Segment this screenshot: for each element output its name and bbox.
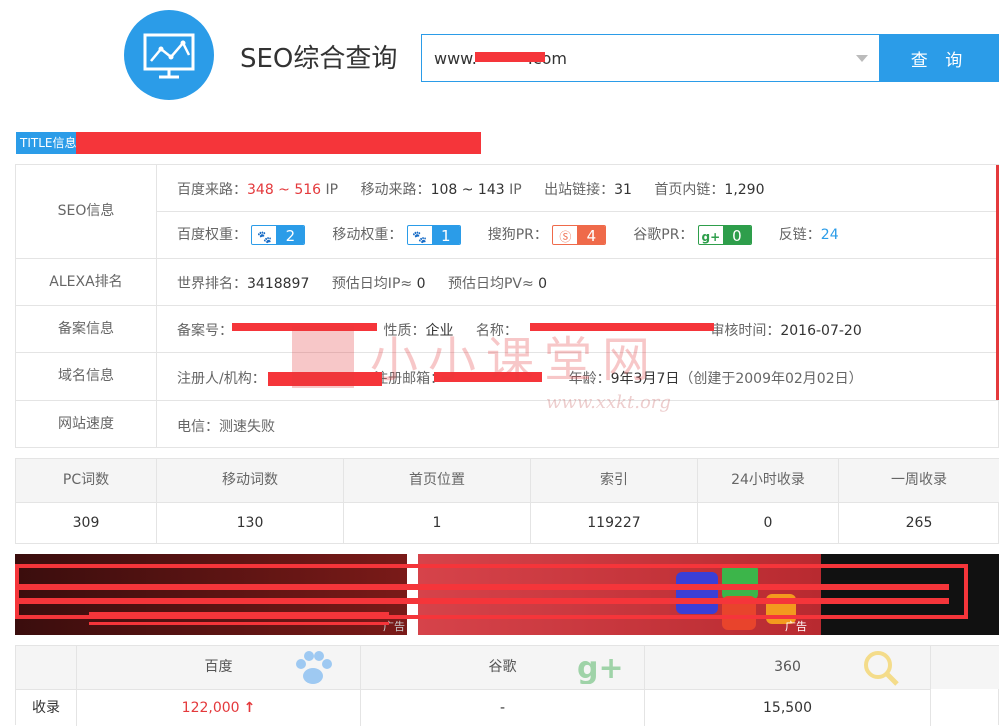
stats-header: 首页位置 [344,459,531,502]
engine-value[interactable]: - [361,689,645,726]
stats-value[interactable]: 119227 [531,502,698,543]
stats-value[interactable]: 0 [698,502,839,543]
baidu-traffic-value: 348 ~ 516 [247,182,322,198]
icp-name-redaction [530,323,714,331]
icp-number-redaction [232,323,377,331]
ad-label: 广告 [383,620,405,633]
speed-value: 电信：测速失败 [177,419,275,435]
seo-info-label: SEO信息 [16,165,157,258]
stats-header: PC词数 [16,459,157,502]
icp-label: 备案信息 [16,306,157,352]
internal-links-link[interactable]: 1,290 [724,182,764,198]
stats-value[interactable]: 130 [157,502,344,543]
stats-header: 一周收录 [839,459,999,502]
monitor-chart-icon [143,33,195,79]
search-button[interactable]: 查 询 [879,34,999,82]
trend-up-icon: ↑ [243,700,256,716]
google-plus-icon: g+ [698,227,723,244]
mobile-weight-badge[interactable]: 🐾 1 [406,225,461,245]
paw-icon: 🐾 [252,227,277,244]
title-redaction [76,132,481,154]
dropdown-caret-icon[interactable] [856,55,868,62]
baidu-weight-badge[interactable]: 🐾 2 [251,225,306,245]
page-title: SEO综合查询 [240,44,398,74]
alexa-label: ALEXA排名 [16,259,157,305]
stats-header: 索引 [531,459,698,502]
redaction [475,52,545,62]
svg-text:g+: g+ [577,651,621,684]
ad-label: 广告 [785,620,807,633]
seo-info-table: SEO信息 ALEXA排名 备案信息 域名信息 网站速度 百度来路：348 ~ … [15,164,999,448]
google-plus-icon: g+ [575,648,624,688]
ad-redaction [15,564,968,619]
sogou-pr-badge[interactable]: Ⓢ 4 [552,225,607,245]
sogou-icon: Ⓢ [553,227,578,244]
stats-value[interactable]: 309 [16,502,157,543]
outbound-links-link[interactable]: 31 [614,182,632,198]
keyword-stats-table: PC词数 309 移动词数 130 首页位置 1 索引 119227 24小时收录 0 一周收录 26… [15,458,999,544]
seo-traffic-row: 百度来路：348 ~ 516 IP 移动来路：108 ~ 143 IP 出站链接… [177,182,765,198]
engine-value[interactable]: 122,000 ↑ [77,689,361,726]
world-rank-link[interactable]: 3418897 [247,276,309,292]
search-bar: 查 询 [421,34,999,82]
baidu-paw-icon [291,648,335,692]
magnifier-icon [861,648,901,692]
backlinks-link[interactable]: 24 [821,227,839,243]
title-info-label: TITLE信息 [16,132,81,154]
paw-icon: 🐾 [407,227,432,244]
row-label: 收录 [16,689,77,726]
seo-weight-row: 百度权重： 🐾 2 移动权重： 🐾 1 搜狗PR： Ⓢ 4 谷歌PR： g+ 0 反链：… [177,225,839,245]
engine-value[interactable]: 15,500 [645,689,931,726]
stats-value[interactable]: 1 [344,502,531,543]
stats-header: 24小时收录 [698,459,839,502]
registrant-redaction [268,372,382,386]
search-engine-table: 收录 百度 122,000 ↑ 谷歌 g+ -360 15,500 [15,645,999,726]
google-pr-badge[interactable]: g+ 0 [697,225,752,245]
stats-header: 移动词数 [157,459,344,502]
site-logo[interactable] [124,10,214,100]
mobile-traffic-value: 108 ~ 143 [430,182,505,198]
domain-label: 域名信息 [16,353,157,400]
alexa-row: 世界排名：3418897 预估日均IP≈ 0 预估日均PV≈ 0 [177,276,548,292]
ad-banner[interactable]: 广告 广告 [15,554,999,635]
speed-label: 网站速度 [16,401,157,447]
stats-value[interactable]: 265 [839,502,999,543]
email-redaction [434,372,542,382]
